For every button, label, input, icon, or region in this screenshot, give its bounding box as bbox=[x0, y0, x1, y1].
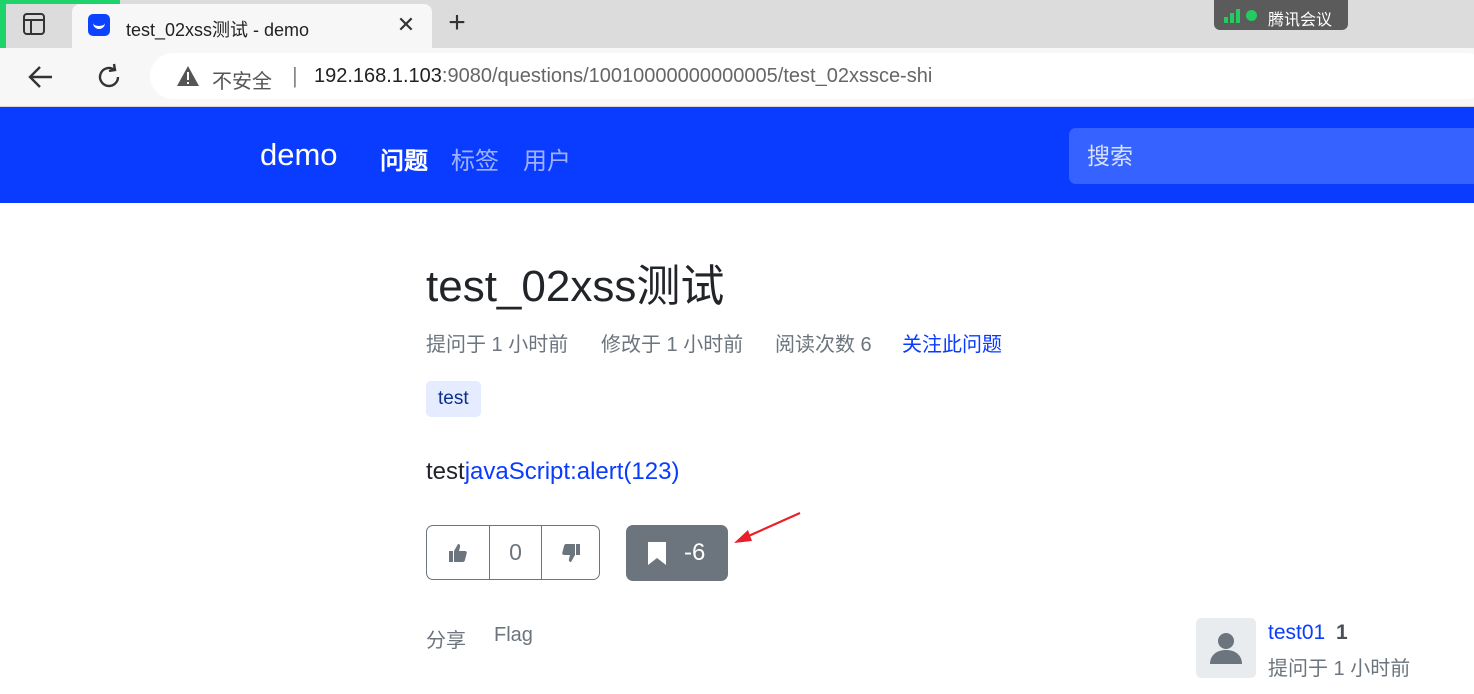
share-link[interactable]: 分享 bbox=[426, 624, 466, 653]
accent-border-top bbox=[0, 0, 120, 4]
site-navbar: demo 问题 标签 用户 bbox=[0, 107, 1474, 203]
vote-group: 0 bbox=[426, 525, 600, 580]
meeting-badge[interactable]: 腾讯会议 bbox=[1214, 0, 1348, 30]
status-dot bbox=[1246, 10, 1257, 21]
user-icon bbox=[1210, 633, 1242, 664]
warning-icon[interactable] bbox=[176, 65, 200, 87]
author-reputation: 1 bbox=[1336, 621, 1348, 644]
close-icon[interactable]: ✕ bbox=[394, 13, 418, 37]
tab-list-icon[interactable] bbox=[22, 12, 46, 36]
body-link[interactable]: javaScript:alert(123) bbox=[465, 458, 680, 485]
asked-time: 提问于 1 小时前 bbox=[426, 334, 569, 356]
separator: | bbox=[292, 63, 298, 88]
reload-icon[interactable] bbox=[94, 62, 124, 92]
browser-tab-bar: test_02xss测试 - demo ✕ + 腾讯会议 bbox=[0, 0, 1474, 48]
security-label[interactable]: 不安全 bbox=[212, 65, 272, 94]
bookmark-count: -6 bbox=[684, 539, 706, 566]
url-path: :9080/questions/10010000000000005/test_0… bbox=[441, 65, 933, 87]
tag-badge[interactable]: test bbox=[426, 381, 481, 417]
browser-tab[interactable]: test_02xss测试 - demo ✕ bbox=[72, 4, 432, 48]
thumbs-up-icon bbox=[449, 543, 467, 562]
view-count: 阅读次数 6 bbox=[775, 334, 872, 356]
thumbs-down-icon bbox=[561, 543, 580, 562]
author-name[interactable]: test01 bbox=[1268, 621, 1325, 645]
bookmark-icon bbox=[648, 542, 666, 565]
question-body: testjavaScript:alert(123) bbox=[426, 458, 679, 486]
avatar[interactable] bbox=[1196, 618, 1256, 678]
flag-link[interactable]: Flag bbox=[494, 624, 533, 647]
body-text: test bbox=[426, 458, 465, 485]
url-host: 192.168.1.103 bbox=[314, 65, 442, 87]
omnibox[interactable]: 不安全 | 192.168.1.103:9080/questions/10010… bbox=[150, 53, 1474, 99]
downvote-button[interactable] bbox=[542, 526, 599, 579]
nav-item-tags[interactable]: 标签 bbox=[451, 141, 499, 176]
bookmark-button[interactable]: -6 bbox=[626, 525, 728, 581]
vote-count: 0 bbox=[490, 526, 542, 579]
signal-icon bbox=[1224, 9, 1240, 23]
brand-logo[interactable]: demo bbox=[260, 137, 338, 173]
back-arrow-icon[interactable] bbox=[26, 62, 56, 92]
address-bar-row: 不安全 | 192.168.1.103:9080/questions/10010… bbox=[0, 48, 1474, 107]
plus-icon[interactable]: + bbox=[442, 8, 472, 38]
author-asked-time: 提问于 1 小时前 bbox=[1268, 658, 1411, 680]
page-title: test_02xss测试 bbox=[426, 262, 725, 311]
search-input[interactable] bbox=[1069, 128, 1474, 184]
url-text[interactable]: 192.168.1.103:9080/questions/10010000000… bbox=[314, 65, 932, 88]
follow-question-link[interactable]: 关注此问题 bbox=[902, 328, 1002, 357]
nav-item-users[interactable]: 用户 bbox=[523, 141, 571, 176]
upvote-button[interactable] bbox=[427, 526, 490, 579]
modified-time: 修改于 1 小时前 bbox=[601, 334, 744, 356]
meeting-label: 腾讯会议 bbox=[1268, 12, 1333, 29]
nav-item-questions[interactable]: 问题 bbox=[380, 141, 428, 176]
annotation-arrow-icon bbox=[734, 511, 801, 543]
tab-title: test_02xss测试 - demo bbox=[126, 20, 310, 40]
favicon-icon bbox=[88, 14, 110, 36]
